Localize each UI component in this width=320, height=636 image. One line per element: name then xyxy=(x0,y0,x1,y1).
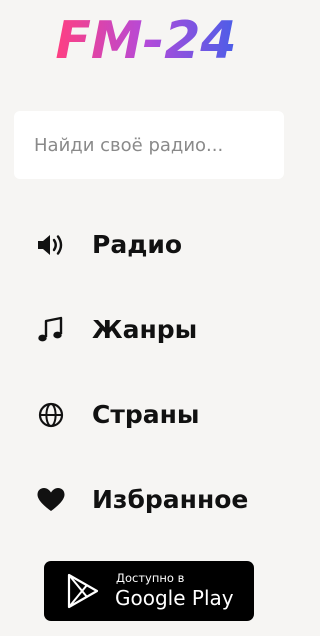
nav-item-genres[interactable]: Жанры xyxy=(0,300,293,360)
nav-label-genres: Жанры xyxy=(92,315,198,344)
google-play-badge[interactable]: Доступно в Google Play xyxy=(44,561,254,621)
fm24-logo[interactable]: FM-24 xyxy=(0,2,293,72)
badge-big-text: Google Play xyxy=(115,586,234,610)
nav-item-radio[interactable]: Радио xyxy=(0,215,293,275)
nav-item-favorites[interactable]: Избранное xyxy=(0,470,293,530)
nav-label-favorites: Избранное xyxy=(92,485,249,514)
speaker-icon xyxy=(38,235,63,255)
globe-icon xyxy=(38,402,64,428)
logo-text: FM-24 xyxy=(55,11,236,71)
nav-label-radio: Радио xyxy=(92,230,183,259)
nav-item-countries[interactable]: Страны xyxy=(0,385,293,445)
badge-small-text: Доступно в xyxy=(116,571,185,585)
music-note-icon xyxy=(38,316,63,342)
heart-icon xyxy=(37,488,65,511)
search-input[interactable] xyxy=(14,111,284,179)
play-store-icon xyxy=(67,573,99,609)
nav-label-countries: Страны xyxy=(92,400,200,429)
